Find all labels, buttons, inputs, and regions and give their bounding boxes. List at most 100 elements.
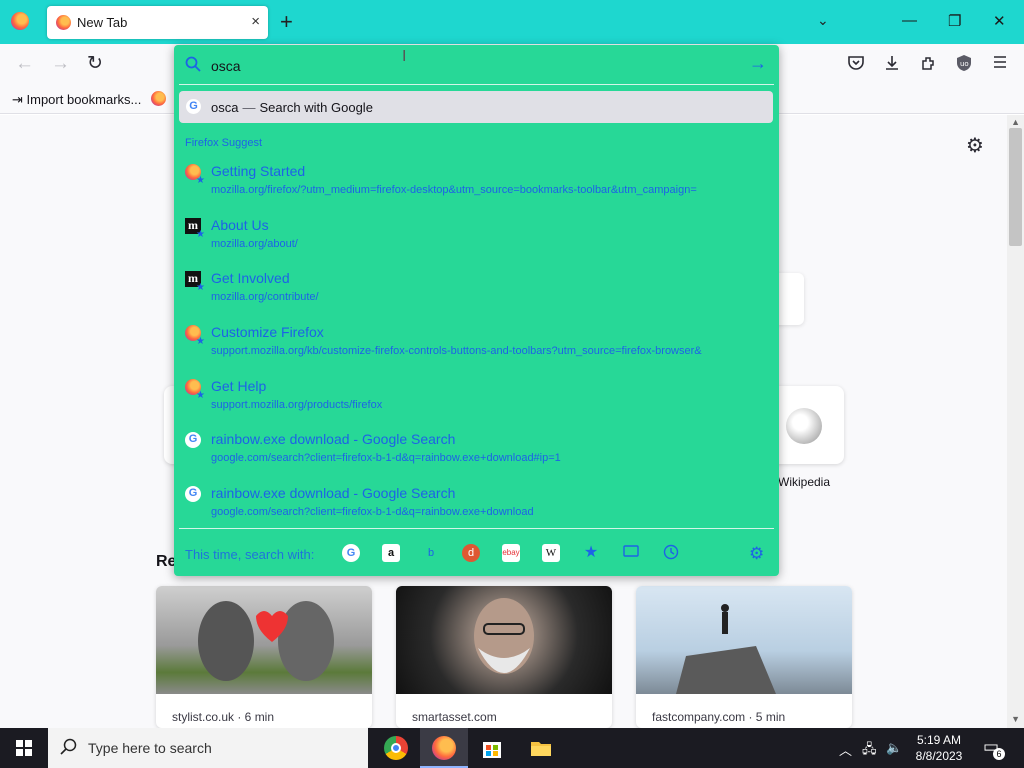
chrome-icon[interactable] xyxy=(384,736,408,760)
suggestion-title: Get Involved xyxy=(211,270,290,286)
wikipedia-icon[interactable]: W xyxy=(542,544,560,562)
suggestion-url: mozilla.org/about/ xyxy=(211,238,298,250)
clock-time: 5:19 AM xyxy=(916,733,962,747)
microsoft-store-icon[interactable] xyxy=(480,736,504,760)
suggestion-row[interactable]: ★ Customize Firefox support.mozilla.org/… xyxy=(174,320,779,368)
tabs-icon[interactable] xyxy=(622,544,640,562)
bing-icon[interactable]: b xyxy=(422,544,440,562)
file-explorer-icon[interactable] xyxy=(529,736,553,760)
urlbar-input[interactable] xyxy=(211,56,731,76)
ublock-icon[interactable]: uo xyxy=(954,54,974,74)
search-icon xyxy=(185,56,201,77)
story-card[interactable]: stylist.co.uk · 6 min xyxy=(156,586,372,728)
minimize-button[interactable]: — xyxy=(902,12,917,29)
tab-new-tab[interactable]: New Tab × xyxy=(47,6,268,39)
windows-logo-icon xyxy=(16,740,32,756)
firefox-view-icon[interactable] xyxy=(11,12,29,30)
search-icon xyxy=(60,738,78,761)
windows-taskbar: Type here to search ︿ 🖧 🔈 5:19 AM 8/8/20… xyxy=(0,728,1024,768)
import-bookmarks-button[interactable]: ⇥ Import bookmarks... xyxy=(12,92,141,108)
hamburger-menu-icon[interactable] xyxy=(990,54,1010,74)
suggestion-url: support.mozilla.org/kb/customize-firefox… xyxy=(211,345,702,357)
suggestion-title: Getting Started xyxy=(211,163,306,179)
new-tab-button[interactable]: + xyxy=(280,10,293,34)
suggestion-row[interactable]: ★ Getting Started mozilla.org/firefox/?u… xyxy=(174,159,779,207)
maximize-button[interactable]: ❐ xyxy=(948,12,961,30)
suggestion-url: support.mozilla.org/products/firefox xyxy=(211,399,383,411)
forward-button[interactable]: → xyxy=(51,54,70,74)
suggestion-title: rainbow.exe download - Google Search xyxy=(211,431,456,447)
suggestion-row[interactable]: G rainbow.exe download - Google Search g… xyxy=(174,481,779,529)
firefox-suggest-header: Firefox Suggest xyxy=(185,137,263,149)
google-icon: G xyxy=(185,432,201,448)
suggestion-url: mozilla.org/firefox/?utm_medium=firefox-… xyxy=(211,184,697,196)
taskbar-search-box[interactable]: Type here to search xyxy=(48,728,368,768)
reload-button[interactable]: ↻ xyxy=(87,54,103,74)
taskbar-search-placeholder: Type here to search xyxy=(88,740,212,756)
story-source: fastcompany.com · 5 min xyxy=(652,710,786,724)
svg-text:uo: uo xyxy=(960,60,969,68)
taskbar-clock[interactable]: 5:19 AM 8/8/2023 xyxy=(912,732,966,764)
google-icon[interactable]: G xyxy=(342,544,360,562)
download-icon[interactable] xyxy=(882,54,902,74)
suggestion-row[interactable]: G rainbow.exe download - Google Search g… xyxy=(174,427,779,475)
search-action-label: Search with Google xyxy=(259,100,373,115)
google-icon: G xyxy=(186,99,201,114)
bookmark-star-icon: ★ xyxy=(196,175,205,186)
suggestion-row[interactable]: ★ Get Help support.mozilla.org/products/… xyxy=(174,374,779,422)
urlbar-popup: → G osca—Search with Google Firefox Sugg… xyxy=(174,45,779,576)
close-window-button[interactable]: ✕ xyxy=(993,12,1006,30)
extensions-icon[interactable] xyxy=(919,54,939,74)
amazon-icon[interactable]: a xyxy=(382,544,400,562)
search-suggestion-selected[interactable]: G osca — Search with Google xyxy=(179,91,773,123)
bookmark-star-icon: ★ xyxy=(196,390,205,401)
list-all-tabs-button[interactable]: ⌄ xyxy=(817,12,829,29)
scroll-up-arrow[interactable]: ▲ xyxy=(1011,117,1020,127)
search-settings-gear-icon[interactable]: ⚙ xyxy=(749,544,764,564)
story-thumbnail xyxy=(636,586,852,694)
bookmarks-icon[interactable]: ★ xyxy=(582,544,600,562)
suggestion-row[interactable]: m ★ About Us mozilla.org/about/ xyxy=(174,213,779,261)
google-icon: G xyxy=(185,486,201,502)
suggestion-url: google.com/search?client=firefox-b-1-d&q… xyxy=(211,506,534,518)
story-card[interactable]: fastcompany.com · 5 min xyxy=(636,586,852,728)
start-button[interactable] xyxy=(0,728,48,768)
story-card[interactable]: smartasset.com xyxy=(396,586,612,728)
suggestion-title: Get Help xyxy=(211,378,267,394)
network-icon[interactable]: 🖧 xyxy=(862,740,877,762)
wikipedia-icon xyxy=(786,408,822,444)
pocket-icon[interactable] xyxy=(846,54,866,74)
story-source: stylist.co.uk · 6 min xyxy=(172,710,275,724)
separator: — xyxy=(242,100,256,115)
suggestion-title: Customize Firefox xyxy=(211,324,324,340)
show-hidden-icons-chevron-icon[interactable]: ︿ xyxy=(839,740,852,759)
firefox-bookmark-icon[interactable] xyxy=(151,91,166,106)
notification-count-badge: 6 xyxy=(993,748,1005,760)
firefox-icon[interactable] xyxy=(432,736,456,760)
tab-bar: New Tab × + ⌄ — ❐ ✕ xyxy=(0,0,1024,44)
duckduckgo-icon[interactable]: d xyxy=(462,544,480,562)
clock-date: 8/8/2023 xyxy=(915,749,963,763)
top-site-label: Wikipedia xyxy=(778,475,831,489)
scrollbar-thumb[interactable] xyxy=(1009,128,1022,246)
volume-icon[interactable]: 🔈 xyxy=(886,740,902,756)
selected-search-text: osca — Search with Google xyxy=(211,100,373,115)
history-icon[interactable] xyxy=(662,544,680,562)
bookmark-star-icon: ★ xyxy=(196,336,205,347)
suggestion-row[interactable]: m ★ Get Involved mozilla.org/contribute/ xyxy=(174,266,779,314)
story-source: smartasset.com xyxy=(412,710,497,724)
divider xyxy=(179,528,774,529)
go-arrow-icon[interactable]: → xyxy=(749,53,767,74)
bookmark-star-icon: ★ xyxy=(196,282,205,293)
search-query: osca xyxy=(211,100,239,115)
scroll-down-arrow[interactable]: ▼ xyxy=(1011,714,1020,724)
divider xyxy=(179,84,774,85)
back-button[interactable]: ← xyxy=(15,54,34,74)
firefox-icon xyxy=(56,15,71,30)
personalize-gear-icon[interactable]: ⚙ xyxy=(966,133,984,158)
tab-close-button[interactable]: × xyxy=(251,13,260,31)
import-bookmarks-label: Import bookmarks... xyxy=(26,92,142,107)
suggestion-title: rainbow.exe download - Google Search xyxy=(211,485,456,501)
suggestion-url: mozilla.org/contribute/ xyxy=(211,291,319,303)
ebay-icon[interactable]: ebay xyxy=(502,544,520,562)
